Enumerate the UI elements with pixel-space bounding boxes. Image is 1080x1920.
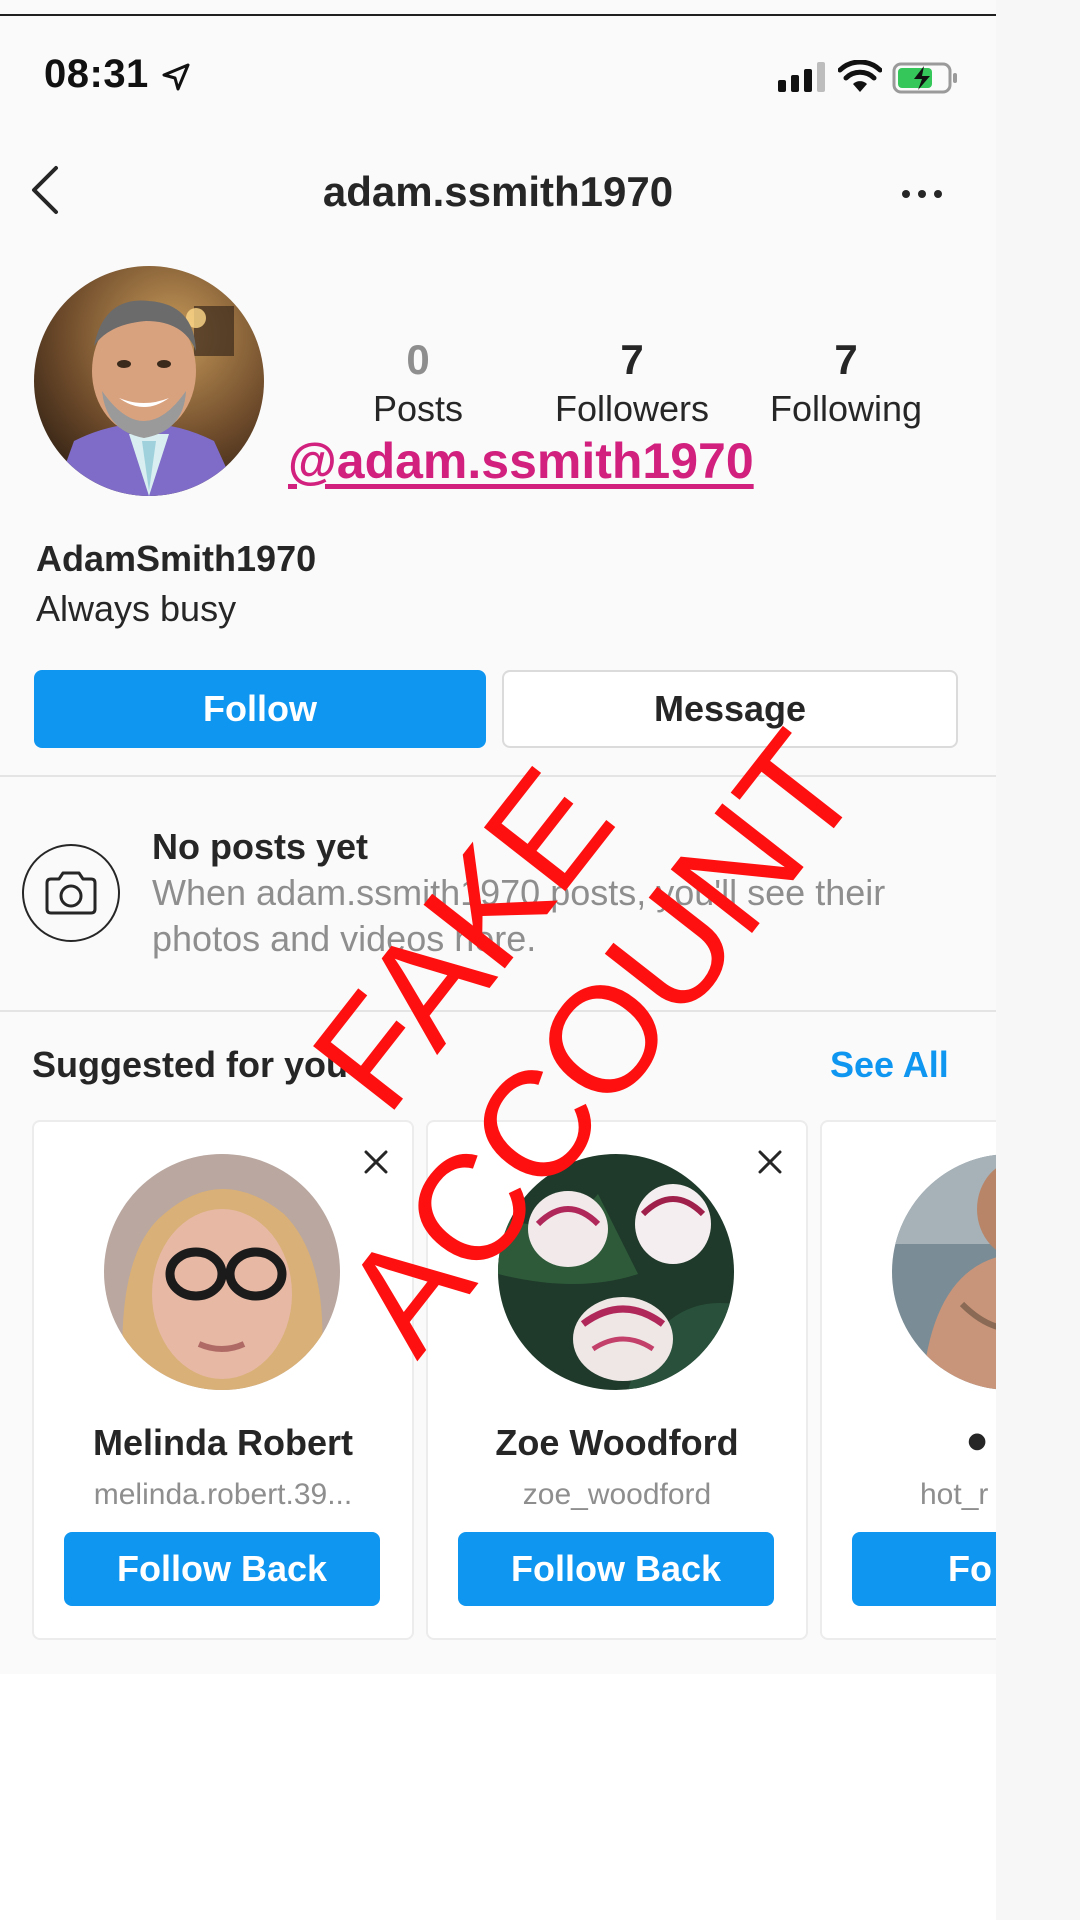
camera-circle [22,844,120,942]
profile-bio: Always busy [36,588,237,629]
more-options-icon[interactable] [898,182,946,206]
top-border [0,14,996,16]
empty-state-title: No posts yet [152,826,369,867]
suggestion-name: Melinda Robert [92,1422,353,1463]
suggestion-name: Zoe Woodford [495,1422,739,1463]
suggestion-avatar[interactable] [498,1154,734,1390]
profile-full-name: AdamSmith1970 [36,538,317,579]
suggested-title: Suggested for you [32,1044,349,1085]
follow-back-button[interactable]: Follow Back [64,1532,380,1606]
suggestion-card[interactable]: Melinda Robert melinda.robert.39... Foll… [32,1120,414,1640]
suggestion-name: ⚫ [962,1422,993,1463]
camera-icon [45,871,97,915]
bottom-area [0,1674,996,1920]
suggestion-username: hot_r [920,1478,989,1511]
close-icon[interactable] [362,1148,390,1176]
empty-state-text: When adam.ssmith1970 posts, you'll see t… [152,872,886,959]
profile-screen: 08:31 adam.ssmith1970 0 Posts 7 Follower… [0,0,996,1920]
followers-count: 7 [620,336,644,383]
suggestion-username: melinda.robert.39... [93,1478,353,1511]
stat-followers[interactable]: 7 Followers [532,334,732,432]
see-all-link[interactable]: See All [830,1044,949,1086]
location-arrow-icon [162,63,190,91]
suggestion-card[interactable]: Zoe Woodford zoe_woodford Follow Back [426,1120,808,1640]
posts-label: Posts [372,388,464,429]
status-time: 08:31 [44,52,149,96]
battery-charging-icon [892,62,957,94]
profile-avatar[interactable] [34,266,264,496]
suggestion-avatar[interactable] [104,1154,340,1390]
right-margin [996,0,1080,1920]
handle-overlay-text: @adam.ssmith1970 [288,433,754,489]
page-title: adam.ssmith1970 [322,168,674,215]
posts-count: 0 [406,336,430,383]
following-count: 7 [834,336,858,383]
divider [0,1010,996,1012]
stat-following[interactable]: 7 Following [746,334,946,432]
message-button[interactable]: Message [502,670,958,748]
wifi-icon [838,60,882,92]
divider [0,775,996,777]
close-icon[interactable] [756,1148,784,1176]
cellular-signal-icon [778,62,825,92]
stat-posts: 0 Posts [318,334,518,432]
handle-overlay-annotation: @adam.ssmith1970 [288,432,754,490]
suggestion-username: zoe_woodford [522,1478,712,1511]
follow-back-button[interactable]: Fo [852,1532,996,1606]
follow-back-button[interactable]: Follow Back [458,1532,774,1606]
suggestion-avatar[interactable] [892,1154,996,1390]
following-label: Following [769,388,923,429]
follow-button[interactable]: Follow [34,670,486,748]
followers-label: Followers [554,388,710,429]
suggestion-card[interactable]: ⚫ hot_r Fo [820,1120,996,1640]
